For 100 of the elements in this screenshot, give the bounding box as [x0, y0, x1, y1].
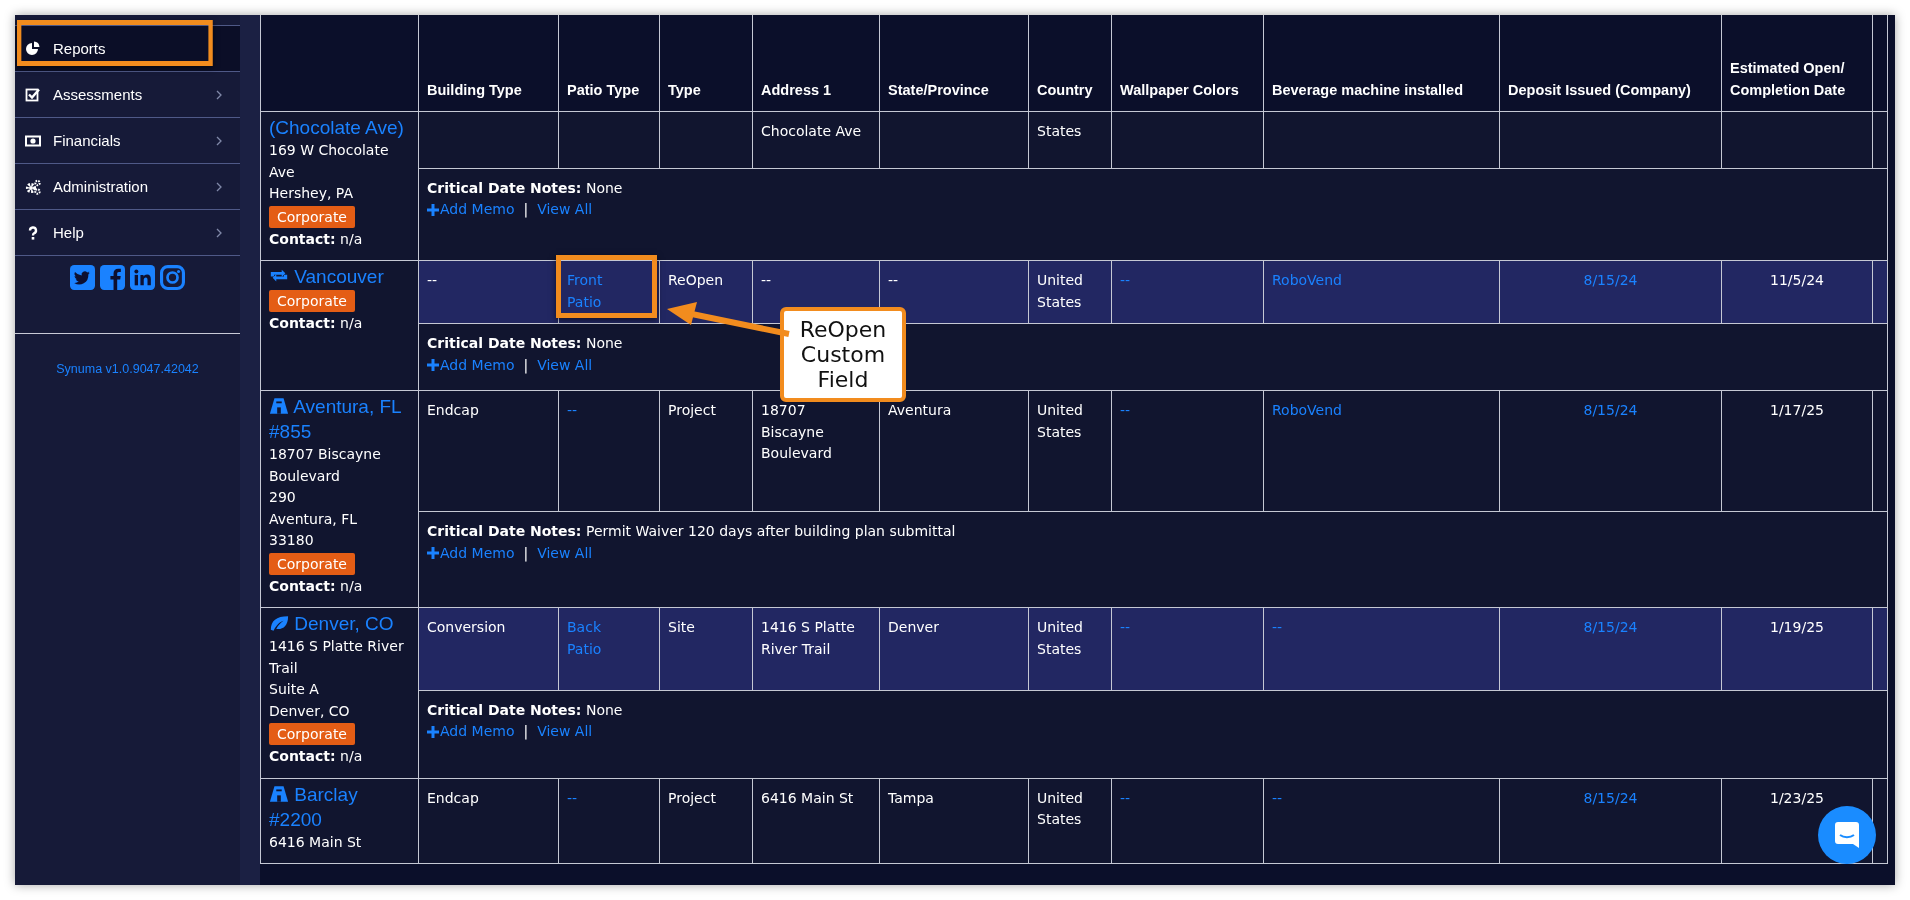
- view-all-link[interactable]: View All: [537, 721, 593, 743]
- table-cell: States: [1028, 111, 1112, 169]
- table-cell: Aventura: [879, 390, 1029, 512]
- table-cell: 11/5/24: [1721, 260, 1873, 324]
- cell-link[interactable]: 8/15/24: [1583, 402, 1638, 418]
- location-link[interactable]: Vancouver: [269, 264, 410, 289]
- column-header[interactable]: Building Type: [418, 15, 559, 112]
- column-header[interactable]: Deposit Issued (Company): [1499, 15, 1722, 112]
- critical-date-notes: Critical Date Notes: None: [427, 179, 623, 198]
- view-all-link[interactable]: View All: [537, 199, 593, 221]
- address-line: Trail: [269, 658, 299, 678]
- plus-icon: [427, 547, 439, 560]
- column-header[interactable]: Address 1: [752, 15, 880, 112]
- cell-link[interactable]: 8/15/24: [1583, 619, 1638, 635]
- add-memo-link[interactable]: Add Memo: [427, 721, 515, 743]
- column-header[interactable]: State/Province: [879, 15, 1029, 112]
- sidebar-item[interactable]: Administration: [15, 164, 240, 210]
- cell-link[interactable]: --: [1120, 402, 1131, 418]
- column-header[interactable]: Patio Type: [558, 15, 660, 112]
- add-memo-link[interactable]: Add Memo: [427, 354, 515, 376]
- address-line: Suite A: [269, 680, 320, 699]
- address-line: Boulevard: [269, 466, 341, 486]
- table-cell: Endcap: [418, 390, 559, 512]
- twitter-icon[interactable]: [70, 265, 95, 290]
- separator: |: [523, 722, 529, 742]
- address-line: 169 W Chocolate: [269, 141, 390, 160]
- cell-link[interactable]: --: [1120, 789, 1131, 806]
- linkedin-icon[interactable]: [130, 265, 155, 290]
- add-memo-link[interactable]: Add Memo: [427, 199, 515, 221]
- table-cell: 1/17/25: [1721, 390, 1873, 512]
- sidebar-item[interactable]: Assessments: [15, 72, 240, 118]
- column-header[interactable]: Country: [1028, 15, 1112, 112]
- table-cell: Tampa: [879, 778, 1029, 864]
- cell-link[interactable]: 8/15/24: [1583, 789, 1638, 806]
- contact-text: Contact: n/a: [269, 229, 364, 249]
- instagram-icon[interactable]: [160, 265, 185, 290]
- table-cell: Chocolate Ave: [752, 111, 880, 169]
- cell-link[interactable]: --: [1272, 789, 1283, 806]
- contact-text: Contact: n/a: [269, 747, 364, 766]
- location-link[interactable]: Barclay #2200: [269, 781, 410, 832]
- cell-link[interactable]: RoboVend: [1272, 402, 1342, 418]
- sidebar-item[interactable]: Financials: [15, 118, 240, 164]
- chevron-right-icon: [216, 181, 222, 192]
- separator: |: [523, 543, 529, 564]
- location-link[interactable]: Denver, CO: [269, 611, 410, 636]
- separator: |: [523, 355, 529, 376]
- type-badge: Corporate: [269, 723, 355, 745]
- type-badge: Corporate: [269, 552, 355, 575]
- address-line: Ave: [269, 162, 296, 182]
- location-link[interactable]: (Chocolate Ave): [269, 115, 410, 140]
- cell-link[interactable]: --: [567, 400, 578, 422]
- column-header[interactable]: Wallpaper Colors: [1111, 15, 1264, 112]
- table-cell: Project: [659, 778, 753, 864]
- cell-link[interactable]: --: [567, 787, 578, 809]
- cell-link[interactable]: --: [1120, 272, 1131, 288]
- view-all-link[interactable]: View All: [537, 542, 593, 565]
- leaf-icon: [269, 614, 289, 632]
- column-header[interactable]: Beverage machine installed: [1263, 15, 1500, 112]
- table-cell: 1/19/25: [1721, 607, 1873, 691]
- gears-icon: [25, 178, 41, 195]
- address-line: 33180: [269, 531, 315, 550]
- address-line: 18707 Biscayne: [269, 445, 382, 464]
- critical-date-notes: Critical Date Notes: None: [427, 700, 623, 720]
- address-line: Denver, CO: [269, 701, 351, 721]
- address-line: Hershey, PA: [269, 184, 354, 203]
- table-cell: United States: [1028, 778, 1112, 864]
- cell-link[interactable]: --: [1120, 619, 1131, 635]
- sidebar-item[interactable]: Help: [15, 210, 240, 256]
- add-memo-link[interactable]: Add Memo: [427, 542, 515, 565]
- table-cell: Project: [659, 390, 753, 512]
- table-cell: 6416 Main St: [752, 778, 880, 864]
- table-cell: 1416 S Platte River Trail: [752, 607, 880, 691]
- table-cell: --: [418, 260, 559, 324]
- cell-link[interactable]: 8/15/24: [1583, 272, 1638, 288]
- address-line: 1416 S Platte River: [269, 637, 405, 656]
- column-header[interactable]: Type: [659, 15, 753, 112]
- plus-icon: [427, 204, 439, 217]
- type-badge: Corporate: [269, 205, 355, 228]
- address-line: 290: [269, 488, 297, 507]
- cell-link[interactable]: Back Patio: [567, 617, 629, 660]
- table-cell: 18707 Biscayne Boulevard: [752, 390, 880, 512]
- chevron-right-icon: [216, 89, 222, 100]
- table-cell: Site: [659, 607, 753, 691]
- location-link[interactable]: Aventura, FL #855: [269, 394, 410, 444]
- version-link[interactable]: Synuma v1.0.9047.42042: [15, 362, 240, 376]
- cell-link[interactable]: Front Patio: [567, 270, 629, 313]
- address-line: 6416 Main St: [269, 832, 363, 852]
- cell-link[interactable]: --: [1272, 619, 1283, 635]
- address-line: Aventura, FL: [269, 509, 358, 529]
- cell-link[interactable]: RoboVend: [1272, 272, 1342, 288]
- column-header[interactable]: Estimated Open/ Completion Date: [1721, 15, 1873, 112]
- table-cell: Conversion: [418, 607, 559, 691]
- contact-text: Contact: n/a: [269, 576, 364, 596]
- pie-chart-icon: [25, 40, 41, 57]
- chevron-right-icon: [216, 135, 222, 146]
- sidebar-item[interactable]: Reports: [15, 26, 240, 72]
- table-cell: Endcap: [418, 778, 559, 864]
- facebook-icon[interactable]: [100, 265, 125, 290]
- view-all-link[interactable]: View All: [537, 354, 593, 376]
- critical-date-notes: Critical Date Notes: None: [427, 334, 623, 353]
